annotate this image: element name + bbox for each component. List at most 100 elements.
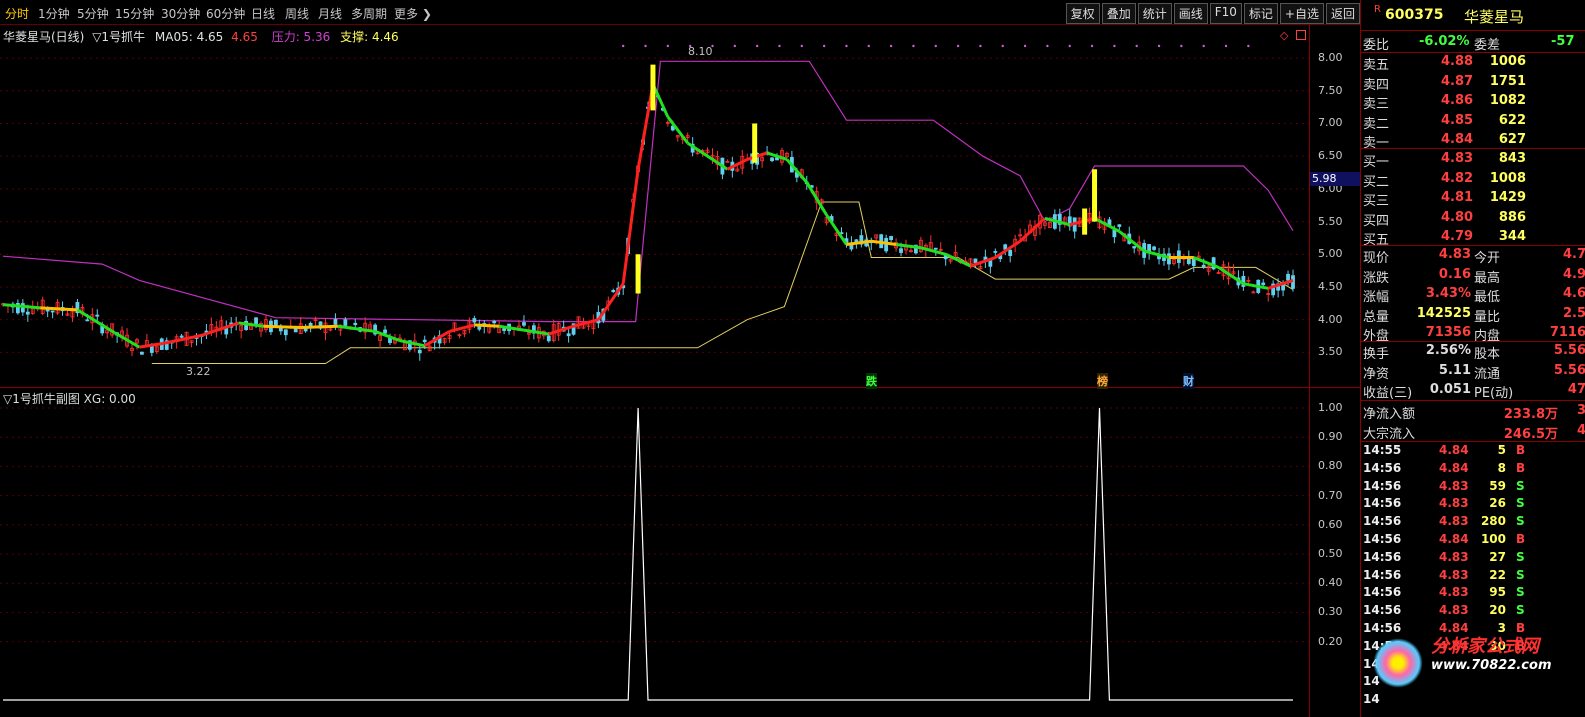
- divider-line: [1361, 148, 1585, 149]
- candle-body: [472, 318, 477, 323]
- ma-line-segment: [263, 324, 301, 330]
- flow-extra: 3: [1576, 403, 1585, 418]
- stat2-row-0-l1: 换手: [1363, 347, 1390, 362]
- ma-line-segment: [76, 308, 116, 335]
- close-box-icon[interactable]: [1296, 30, 1306, 40]
- candle-body: [293, 328, 298, 333]
- ask-row-3-price: 4.85: [1441, 112, 1474, 128]
- tick-price: 4.83: [1439, 567, 1469, 582]
- candle-body: [343, 319, 348, 326]
- stat2-row-1-v2: 5.56: [1553, 362, 1585, 378]
- tick-vol: 280: [1480, 514, 1506, 529]
- stat-row-0-v1: 4.83: [1438, 247, 1471, 262]
- y-tick-sub: 0.80: [1318, 459, 1343, 473]
- quote-header: R 600375 华菱星马: [1361, 0, 1585, 31]
- tick-time: 14:56: [1363, 478, 1402, 493]
- bid-row-0[interactable]: 买一 4.83 843: [1361, 150, 1585, 170]
- stat-row-3: 总量 142525 量比 2.5: [1361, 305, 1585, 325]
- stat-row-0-l2: 今开: [1474, 251, 1501, 266]
- candle-body: [179, 335, 184, 338]
- y-tick-sub: 0.50: [1318, 547, 1343, 560]
- stat2-row-1-l2: 流通: [1474, 366, 1501, 382]
- bid-row-2[interactable]: 买三 4.81 1429: [1361, 189, 1585, 209]
- tick-time: 14:56: [1363, 460, 1402, 475]
- signal-bar: [650, 64, 656, 111]
- top-signal-dot: [1157, 44, 1161, 48]
- top-signal-dot: [644, 44, 647, 48]
- ma-line-segment: [40, 306, 78, 312]
- event-marker-die[interactable]: 跌: [866, 373, 877, 389]
- top-signal-dot: [666, 44, 670, 48]
- candle-body: [770, 157, 774, 162]
- y-tick-main: 5.50: [1318, 214, 1343, 228]
- ask-row-2-label: 卖三: [1363, 97, 1390, 112]
- kline-chart[interactable]: [0, 0, 1360, 717]
- ask-row-3[interactable]: 卖二 4.85 622: [1361, 112, 1585, 132]
- top-signal-dot: [889, 44, 893, 48]
- bid-row-2-label: 买三: [1363, 194, 1390, 209]
- top-signal-dot: [1224, 44, 1228, 48]
- candle-body: [933, 247, 938, 250]
- event-marker-bang[interactable]: 榜: [1097, 373, 1108, 389]
- tick-vol: 100: [1480, 532, 1506, 546]
- bid-row-2-vol: 1429: [1489, 190, 1526, 205]
- signal-bar: [1092, 169, 1098, 222]
- y-tick-sub: 0.20: [1318, 634, 1343, 648]
- tick-time: 14:56: [1363, 496, 1402, 511]
- tick-vol: 22: [1489, 567, 1506, 582]
- stat-row-0-l1: 现价: [1363, 251, 1390, 266]
- stat-row-3-v1: 142525: [1416, 305, 1471, 321]
- tick-price: 4.84: [1439, 532, 1469, 546]
- top-signal-dot: [1001, 44, 1004, 48]
- y-tick-sub: 1.00: [1318, 401, 1343, 414]
- signal-bar: [752, 123, 758, 163]
- flow-extra: 4: [1576, 422, 1585, 438]
- stat2-row-0-v1: 2.56%: [1425, 343, 1471, 358]
- top-signal-dot: [1180, 44, 1183, 48]
- stock-code: 600375: [1385, 7, 1444, 23]
- ask-row-1[interactable]: 卖四 4.87 1751: [1361, 73, 1585, 93]
- stat2-row-2: 收益(三) 0.051 PE(动) 47: [1361, 381, 1585, 401]
- divider-line: [1361, 400, 1585, 401]
- pressure-line: [2, 60, 1294, 323]
- y-tick-main: 3.50: [1318, 345, 1343, 359]
- tick-time: 14:56: [1363, 514, 1402, 529]
- ask-row-3-label: 卖二: [1363, 116, 1390, 132]
- candle-body: [993, 251, 998, 253]
- diamond-icon[interactable]: ◇: [1280, 29, 1288, 42]
- bid-row-1[interactable]: 买二 4.82 1008: [1361, 170, 1585, 190]
- stat2-row-2-l2: PE(动): [1474, 386, 1514, 401]
- event-marker-cai[interactable]: 财: [1183, 373, 1194, 389]
- bid-row-3[interactable]: 买四 4.80 886: [1361, 209, 1585, 229]
- stat-row-1-v1: 0.16: [1438, 266, 1471, 282]
- watermark-url: www.70822.com: [1431, 658, 1552, 673]
- weicha-value: -57: [1551, 34, 1575, 49]
- bid-row-0-vol: 843: [1498, 151, 1526, 166]
- stat-row-4-v1: 71356: [1425, 325, 1471, 340]
- weibi-value: -6.02%: [1419, 34, 1470, 49]
- stat-row-1-l1: 涨跌: [1363, 270, 1390, 286]
- stat2-row-0-v2: 5.56: [1553, 343, 1585, 358]
- tick-vol: 59: [1489, 478, 1506, 493]
- stat-row-1-l2: 最高: [1474, 270, 1501, 286]
- stat-row-3-l2: 量比: [1474, 309, 1501, 325]
- top-signal-dot: [822, 44, 826, 48]
- candle-body: [1008, 249, 1013, 257]
- stat-row-2-l2: 最低: [1474, 290, 1501, 305]
- top-signal-dot: [1135, 44, 1138, 48]
- stat-row-1: 涨跌 0.16 最高 4.9: [1361, 266, 1585, 286]
- candle-body: [492, 320, 497, 324]
- stat-row-4-v2: 7116: [1549, 325, 1585, 340]
- tick-row: 14:56 4.83 26 S: [1361, 496, 1585, 514]
- tick-vol: 8: [1497, 460, 1506, 475]
- stat-row-2-v1: 3.43%: [1425, 286, 1471, 301]
- stat2-row-2-l1: 收益(三): [1363, 386, 1413, 401]
- top-signal-dot: [1046, 44, 1049, 48]
- weibi-label: 委比: [1363, 38, 1390, 53]
- y-tick-sub: 0.70: [1318, 488, 1343, 502]
- ask-row-3-vol: 622: [1498, 112, 1526, 128]
- candle-body: [566, 333, 571, 337]
- tick-time: 14:56: [1363, 532, 1402, 546]
- ask-row-0[interactable]: 卖五 4.88 1006: [1361, 53, 1585, 73]
- ask-row-2[interactable]: 卖三 4.86 1082: [1361, 92, 1585, 112]
